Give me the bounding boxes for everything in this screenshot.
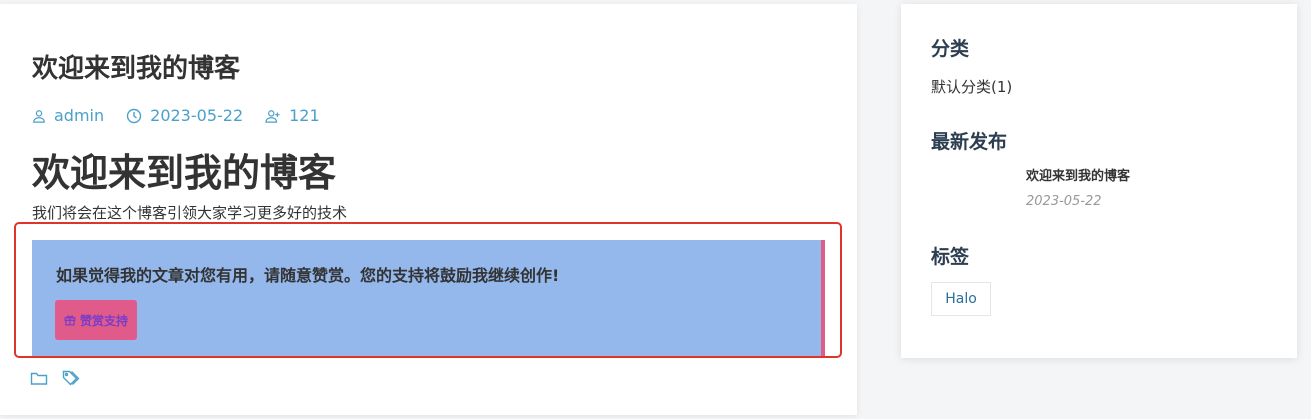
user-icon [33, 109, 45, 123]
tag-link[interactable] [62, 370, 80, 386]
sidebar: 分类 默认分类(1) 最新发布 欢迎来到我的博客 2023-05-22 标签 H… [901, 4, 1297, 358]
highlight-frame [14, 222, 842, 358]
meta-author[interactable]: admin [32, 106, 104, 125]
meta-views: 121 [265, 106, 320, 125]
clock-icon [126, 108, 142, 123]
recent-post-link[interactable]: 欢迎来到我的博客 [1026, 165, 1130, 184]
categories-heading: 分类 [931, 38, 970, 60]
view-count: 121 [289, 106, 320, 125]
recent-post-date: 2023-05-22 [1026, 194, 1102, 209]
post-footer [30, 370, 94, 386]
post-body-text: 我们将会在这个博客引领大家学习更多好的技术 [32, 204, 348, 222]
meta-date: 2023-05-22 [126, 106, 243, 125]
folder-icon [30, 372, 48, 385]
post-date: 2023-05-22 [150, 106, 244, 125]
post-meta: admin 2023-05-22 121 [32, 106, 342, 125]
category-link[interactable] [30, 370, 48, 386]
tag-chip[interactable]: Halo [931, 282, 991, 316]
recent-heading: 最新发布 [931, 131, 1008, 153]
category-item[interactable]: 默认分类(1) [931, 76, 1012, 97]
tags-heading: 标签 [931, 246, 970, 268]
post-title[interactable]: 欢迎来到我的博客 [32, 48, 240, 85]
views-icon [265, 109, 280, 123]
tag-icon [62, 370, 80, 386]
post-heading: 欢迎来到我的博客 [32, 151, 337, 195]
author-name: admin [54, 106, 105, 125]
